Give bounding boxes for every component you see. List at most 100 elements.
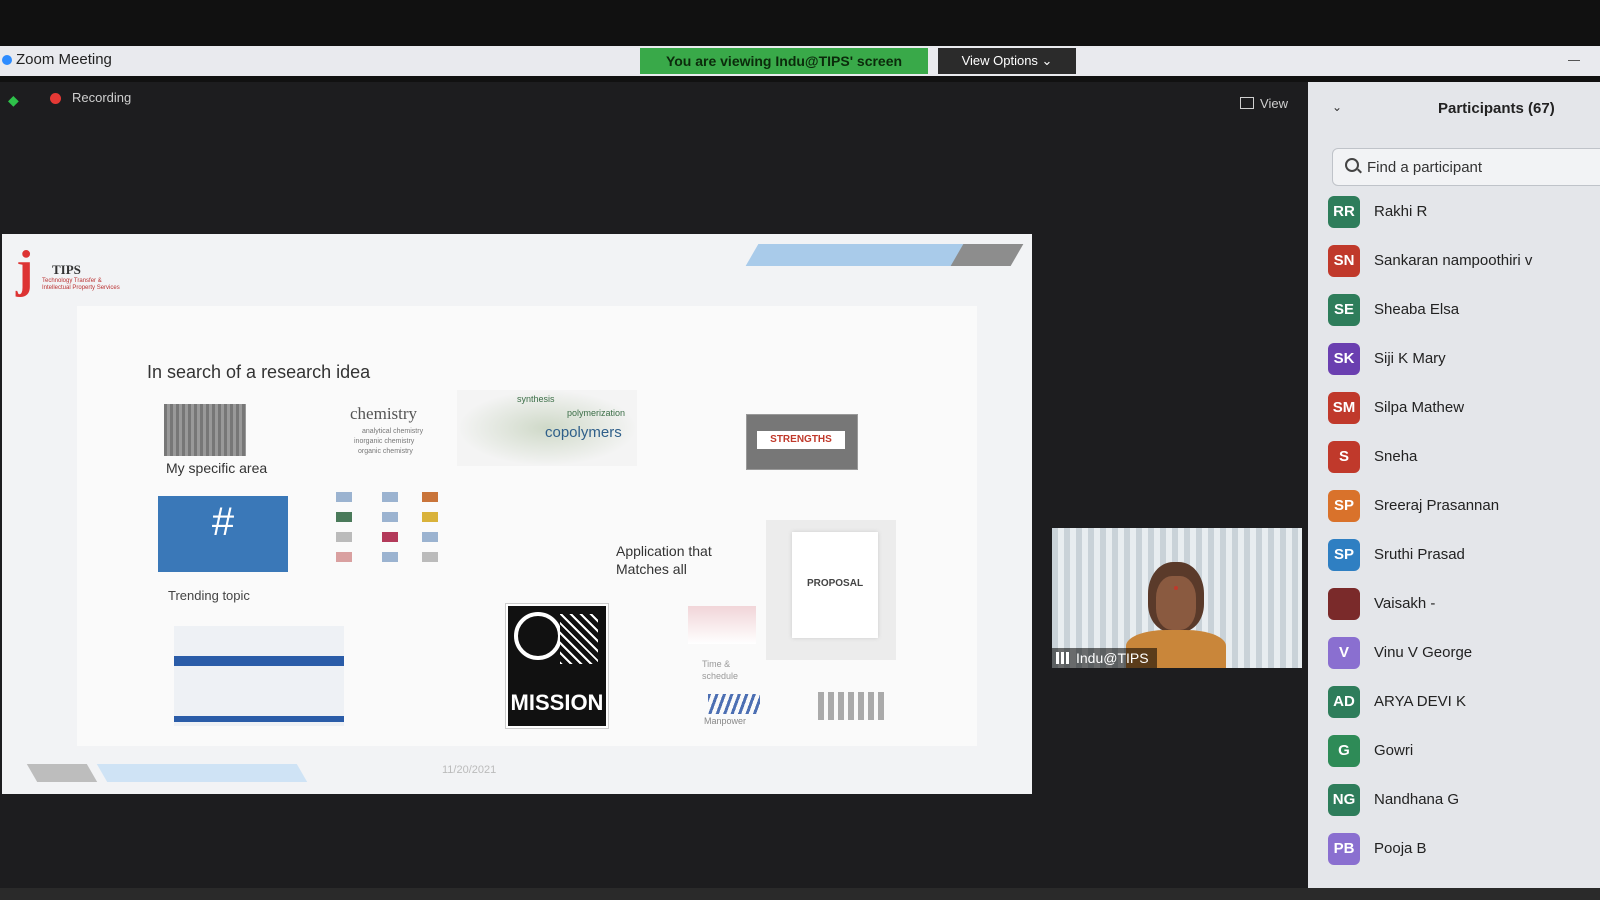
polymer-wordcloud: polymerization copolymers synthesis: [457, 390, 637, 466]
chemistry-wordcloud: chemistry analytical chemistry inorganic…: [332, 404, 442, 466]
avatar: SP: [1328, 490, 1360, 522]
participants-title: Participants (67): [1438, 100, 1555, 117]
participant-row[interactable]: G Gowri: [1328, 735, 1600, 784]
chevron-down-icon[interactable]: ⌄: [1332, 100, 1342, 114]
manpower-label: Manpower: [704, 716, 747, 726]
participant-name: Sreeraj Prasannan: [1374, 497, 1500, 514]
slide-title: In search of a research idea: [147, 362, 371, 382]
decor-stripe: [96, 764, 308, 782]
participant-row[interactable]: AD ARYA DEVI K: [1328, 686, 1600, 735]
avatar: S: [1328, 441, 1360, 473]
signal-icon: [1056, 652, 1070, 664]
participant-list: RR Rakhi R SN Sankaran nampoothiri v SE Sheab…: [1328, 196, 1600, 882]
title-bar: Zoom Meeting You are viewing Indu@TIPS' …: [0, 46, 1600, 76]
viewing-screen-banner: You are viewing Indu@TIPS' screen: [640, 48, 928, 74]
participant-row[interactable]: SP Sruthi Prasad: [1328, 539, 1600, 588]
schedule-image: [688, 606, 756, 644]
my-area-image: [164, 404, 246, 456]
participant-row[interactable]: SE Sheaba Elsa: [1328, 294, 1600, 343]
participant-row[interactable]: SM Silpa Mathew: [1328, 392, 1600, 441]
slide-date: 11/20/2021: [442, 764, 497, 776]
meeting-stage: ◆ Recording View j TIPS Technology Trans…: [0, 82, 1308, 900]
zoom-logo-icon: [2, 55, 12, 65]
strengths-image: STRENGTHS: [746, 414, 858, 470]
participant-row[interactable]: V Vinu V George: [1328, 637, 1600, 686]
participant-row[interactable]: Vaisakh -: [1328, 588, 1600, 637]
participant-row[interactable]: S Sneha: [1328, 441, 1600, 490]
application-line-1: Application that: [616, 543, 712, 559]
participant-name: Vinu V George: [1374, 644, 1473, 661]
view-label: View: [1260, 96, 1288, 111]
participant-name: Gowri: [1374, 742, 1414, 759]
tips-logo-mark: j: [16, 241, 34, 298]
participant-name: Sankaran nampoothiri v: [1374, 252, 1533, 269]
trending-hashtag-image: #: [158, 496, 288, 572]
participant-row[interactable]: SK Siji K Mary: [1328, 343, 1600, 392]
minimize-icon[interactable]: [1568, 60, 1580, 61]
avatar: AD: [1328, 686, 1360, 718]
proposal-label: PROPOSAL: [792, 532, 878, 638]
avatar: SP: [1328, 539, 1360, 571]
view-button[interactable]: View: [1240, 96, 1288, 111]
time-line-1: Time &: [702, 659, 731, 669]
tips-logo: j TIPS Technology Transfer & Intellectua…: [12, 240, 122, 312]
participant-name: Sruthi Prasad: [1374, 546, 1465, 563]
avatar: SK: [1328, 343, 1360, 375]
wc-synthesis: synthesis: [517, 394, 555, 404]
participant-name: Sheaba Elsa: [1374, 301, 1460, 318]
wc-chemistry: chemistry: [350, 404, 418, 423]
avatar: SM: [1328, 392, 1360, 424]
avatar: G: [1328, 735, 1360, 767]
my-area-label: My specific area: [166, 460, 268, 476]
participant-name: Siji K Mary: [1374, 350, 1446, 367]
strengths-label: STRENGTHS: [757, 431, 845, 449]
participant-row[interactable]: RR Rakhi R: [1328, 196, 1600, 245]
avatar: V: [1328, 637, 1360, 669]
participant-row[interactable]: PB Pooja B: [1328, 833, 1600, 882]
recording-label: Recording: [72, 90, 132, 105]
time-line-2: schedule: [702, 671, 739, 681]
participant-name: Vaisakh -: [1374, 595, 1436, 612]
decor-stripe: [950, 244, 1024, 266]
app-title: Zoom Meeting: [16, 51, 112, 68]
search-icon: [1345, 158, 1359, 172]
participant-search[interactable]: [1332, 148, 1600, 186]
wc-copolymers: copolymers: [545, 424, 622, 441]
participant-name: Silpa Mathew: [1374, 399, 1465, 416]
participants-panel: ⌄ Participants (67) RR Rakhi R SN Sankaran …: [1308, 82, 1600, 900]
grid-icon: [1240, 97, 1255, 109]
view-options-button[interactable]: View Options ⌄: [938, 48, 1076, 74]
participant-name: Sneha: [1374, 448, 1418, 465]
application-line-2: Matches all: [616, 561, 687, 577]
participant-row[interactable]: SP Sreeraj Prasannan: [1328, 490, 1600, 539]
mission-label: MISSION: [510, 690, 604, 715]
participant-row[interactable]: SN Sankaran nampoothiri v: [1328, 245, 1600, 294]
website-screenshot-image: [174, 626, 344, 726]
trending-label: Trending topic: [168, 588, 250, 603]
presenter-name: Indu@TIPS: [1076, 650, 1149, 666]
tips-logo-subtext: Technology Transfer & Intellectual Prope…: [42, 278, 120, 291]
shared-slide: j TIPS Technology Transfer & Intellectua…: [2, 234, 1032, 794]
presenter-name-tag: Indu@TIPS: [1052, 648, 1157, 668]
participant-name: ARYA DEVI K: [1374, 693, 1466, 710]
icon-grid-image: [336, 492, 446, 570]
avatar: [1328, 588, 1360, 620]
wc-inorganic: inorganic chemistry: [354, 438, 415, 445]
recording-icon: [50, 93, 61, 104]
participant-search-input[interactable]: [1365, 155, 1600, 179]
avatar: SN: [1328, 245, 1360, 277]
avatar: NG: [1328, 784, 1360, 816]
presenter-video[interactable]: [1052, 528, 1302, 668]
proposal-image: PROPOSAL: [766, 520, 896, 660]
encryption-shield-icon[interactable]: ◆: [8, 92, 22, 108]
avatar: SE: [1328, 294, 1360, 326]
tips-logo-text: TIPS: [52, 262, 81, 277]
decor-stripe: [26, 764, 98, 782]
participant-name: Nandhana G: [1374, 791, 1460, 808]
participant-name: Pooja B: [1374, 840, 1427, 857]
mission-image: MISSION: [505, 603, 609, 729]
avatar: PB: [1328, 833, 1360, 865]
avatar: RR: [1328, 196, 1360, 228]
meeting-controls-bar[interactable]: [0, 888, 1600, 900]
participant-row[interactable]: NG Nandhana G: [1328, 784, 1600, 833]
